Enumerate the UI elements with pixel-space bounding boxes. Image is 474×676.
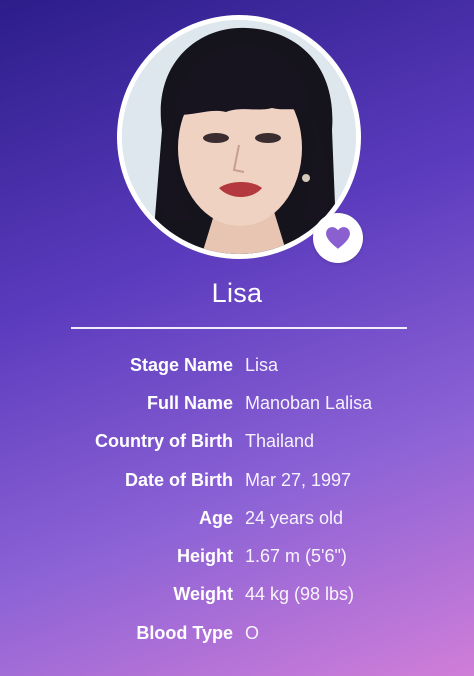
info-row-date-of-birth: Date of Birth Mar 27, 1997 — [0, 461, 474, 499]
favorite-button[interactable] — [313, 213, 363, 263]
info-label: Weight — [173, 584, 233, 605]
info-label: Full Name — [146, 392, 233, 413]
info-row-height: Height 1.67 m (5'6") — [0, 537, 474, 575]
info-label: Age — [198, 507, 233, 528]
info-row-blood-type: Blood Type O — [0, 614, 474, 652]
info-row-country-of-birth: Country of Birth Thailand — [0, 423, 474, 461]
info-label: Height — [177, 546, 233, 567]
info-row-age: Age 24 years old — [0, 499, 474, 537]
info-row-full-name: Full Name Manoban Lalisa — [0, 384, 474, 422]
info-value: Thailand — [245, 431, 315, 452]
profile-screen: Lisa Stage Name Lisa Full Name Manoban L… — [0, 0, 474, 676]
profile-name: Lisa — [211, 278, 263, 308]
avatar-container — [117, 15, 363, 263]
divider — [71, 327, 407, 329]
info-value: 1.67 m (5'6") — [245, 546, 347, 567]
info-label: Country of Birth — [95, 431, 233, 452]
info-label: Blood Type — [136, 622, 233, 643]
info-value: Mar 27, 1997 — [245, 469, 352, 490]
info-value: O — [245, 622, 260, 643]
info-value: Manoban Lalisa — [245, 392, 373, 413]
info-label: Date of Birth — [125, 469, 233, 490]
info-value: 44 kg (98 lbs) — [245, 584, 355, 605]
info-label: Stage Name — [129, 354, 233, 375]
info-value: Lisa — [245, 354, 279, 375]
info-row-weight: Weight 44 kg (98 lbs) — [0, 576, 474, 614]
info-row-stage-name: Stage Name Lisa — [0, 346, 474, 384]
info-table: Stage Name Lisa Full Name Manoban Lalisa… — [0, 346, 474, 652]
info-value: 24 years old — [245, 507, 344, 528]
heart-icon — [326, 227, 350, 249]
